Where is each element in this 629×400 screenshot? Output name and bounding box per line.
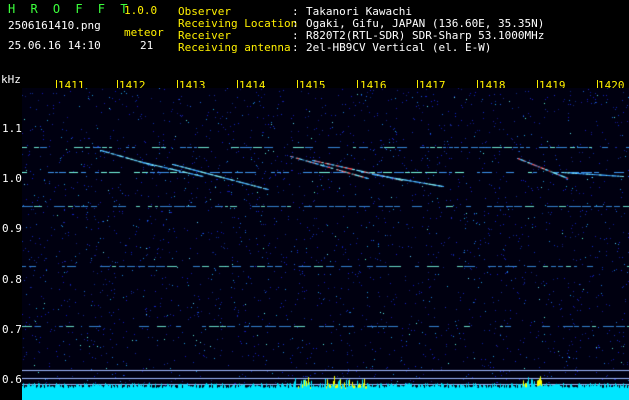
app-version: 1.0.0 bbox=[124, 4, 158, 17]
time-tick-mark bbox=[56, 80, 57, 88]
spectrogram-plot bbox=[22, 88, 629, 400]
time-tick-mark bbox=[537, 80, 538, 88]
time-tick-mark bbox=[417, 80, 418, 88]
time-tick-mark bbox=[477, 80, 478, 88]
freq-tick-label: 1.0 bbox=[2, 172, 22, 185]
time-tick-mark bbox=[597, 80, 598, 88]
freq-tick-label: 0.7 bbox=[2, 323, 22, 336]
filename: 2506161410.png bbox=[8, 19, 101, 32]
meteor-count: 21 bbox=[140, 39, 154, 52]
meta-colon: : bbox=[292, 41, 299, 54]
freq-tick-label: 0.6 bbox=[2, 373, 22, 386]
freq-tick-label: 0.9 bbox=[2, 222, 22, 235]
time-tick-mark bbox=[357, 80, 358, 88]
time-tick-mark bbox=[237, 80, 238, 88]
freq-unit-label: kHz bbox=[1, 73, 21, 86]
app-name: H R O F F T bbox=[8, 2, 132, 16]
meta-value-antenna: 2el-HB9CV Vertical (el. E-W) bbox=[306, 41, 492, 54]
meteor-label: meteor bbox=[124, 26, 164, 39]
time-tick-mark bbox=[177, 80, 178, 88]
freq-tick-label: 1.1 bbox=[2, 122, 22, 135]
timestamp: 25.06.16 14:10 bbox=[8, 39, 101, 52]
meta-label-antenna: Receiving antenna bbox=[178, 41, 291, 54]
header-panel: H R O F F T 1.0.0 2506161410.png meteor … bbox=[0, 0, 629, 72]
freq-tick-label: 0.8 bbox=[2, 273, 22, 286]
time-tick-mark bbox=[117, 80, 118, 88]
time-tick-mark bbox=[297, 80, 298, 88]
